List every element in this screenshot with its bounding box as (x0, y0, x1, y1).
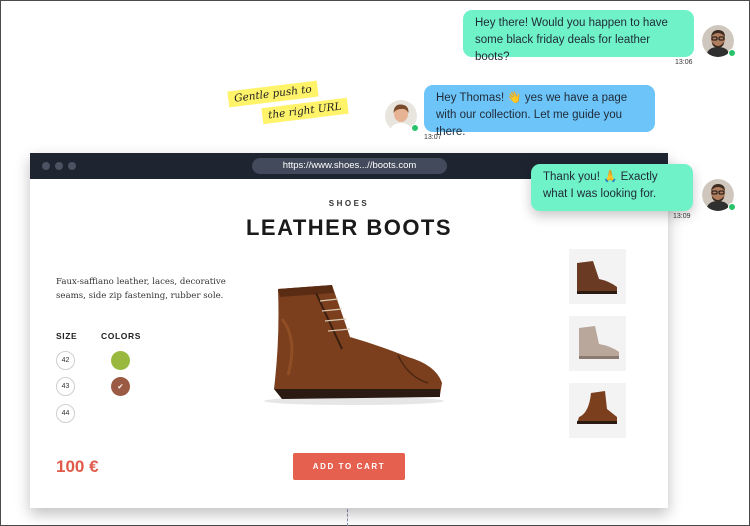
chat-timestamp: 13:09 (673, 213, 691, 220)
thumbnail-3[interactable] (569, 383, 626, 438)
chat-message-text: Hey there! Would you happen to have some… (475, 17, 668, 63)
window-maximize-icon[interactable] (68, 162, 76, 170)
size-option-44[interactable]: 44 (56, 404, 75, 423)
customer-avatar (702, 25, 736, 59)
color-swatch-brown[interactable]: ✔ (111, 377, 130, 396)
thumbnail-boot-image (579, 326, 619, 359)
url-bar[interactable]: https://www.shoes...//boots.com (252, 158, 447, 174)
agent-avatar (385, 100, 419, 134)
thumbnail-2[interactable] (569, 316, 626, 371)
customer-avatar (702, 179, 736, 213)
thumbnail-boot-image (577, 261, 617, 294)
leather-boot-image (264, 285, 444, 405)
chat-timestamp: 13:07 (424, 134, 442, 141)
color-swatch-green[interactable] (111, 351, 130, 370)
chat-timestamp: 13:06 (675, 59, 693, 66)
checkmark-icon: ✔ (117, 382, 124, 391)
chat-message-customer-1: Hey there! Would you happen to have some… (463, 10, 694, 63)
thumbnail-1[interactable] (569, 249, 626, 304)
size-option-43[interactable]: 43 (56, 377, 75, 396)
window-close-icon[interactable] (42, 162, 50, 170)
window-minimize-icon[interactable] (55, 162, 63, 170)
size-option-42[interactable]: 42 (56, 351, 75, 370)
add-to-cart-button[interactable]: ADD TO CART (293, 453, 405, 480)
product-title: LEATHER BOOTS (245, 215, 453, 240)
chat-message-text: Hey Thomas! 👋 yes we have a page with ou… (436, 92, 628, 138)
thumbnail-boot-image (577, 391, 617, 424)
chat-message-agent: Hey Thomas! 👋 yes we have a page with ou… (424, 85, 655, 138)
online-status-icon (728, 49, 736, 57)
product-price: 100 € (56, 457, 99, 476)
product-description: Faux-saffiano leather, laces, decorative… (56, 277, 226, 301)
size-label: SIZE (56, 331, 78, 341)
chat-message-text: Thank you! 🙏 Exactly what I was looking … (543, 171, 658, 200)
online-status-icon (411, 124, 419, 132)
online-status-icon (728, 203, 736, 211)
colors-label: COLORS (101, 331, 141, 341)
chat-message-customer-2: Thank you! 🙏 Exactly what I was looking … (531, 164, 693, 211)
